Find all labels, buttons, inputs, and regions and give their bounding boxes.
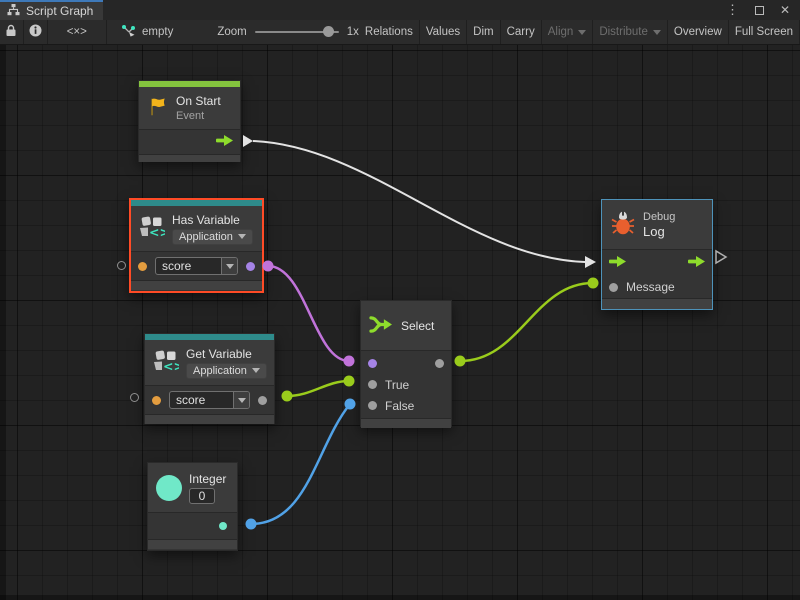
message-input-port[interactable] <box>609 283 618 292</box>
svg-text:<>: <> <box>163 359 179 374</box>
true-input-port[interactable] <box>368 380 377 389</box>
select-icon <box>369 314 394 338</box>
chevron-down-icon <box>238 234 246 239</box>
script-graph-window: Script Graph ⋮ ✕ <box>0 0 800 600</box>
node-debug-log[interactable]: Debug Log <box>601 199 713 310</box>
tab-title: Script Graph <box>26 4 93 18</box>
lock-icon <box>5 24 17 40</box>
selection-output-port[interactable] <box>435 359 444 368</box>
chevron-down-icon <box>653 30 661 35</box>
tab-script-graph[interactable]: Script Graph <box>0 0 103 20</box>
node-title: Get Variable <box>186 347 267 361</box>
overview-button[interactable]: Overview <box>668 20 729 44</box>
name-input-port[interactable] <box>138 262 147 271</box>
flow-output-port[interactable] <box>688 256 705 270</box>
node-select[interactable]: Select True False <box>360 300 452 427</box>
chevron-down-icon <box>252 368 260 373</box>
false-port-label: False <box>385 399 414 413</box>
canvas-bottom-edge <box>0 595 800 600</box>
zoom-slider[interactable] <box>255 31 339 33</box>
lock-button[interactable] <box>0 20 24 44</box>
name-input-port[interactable] <box>152 396 161 405</box>
chevron-down-icon <box>578 30 586 35</box>
info-button[interactable] <box>24 20 48 44</box>
carry-button[interactable]: Carry <box>501 20 542 44</box>
window-controls: ⋮ ✕ <box>726 0 800 20</box>
dim-button[interactable]: Dim <box>467 20 500 44</box>
flow-input-port[interactable] <box>609 256 626 270</box>
toolbar-right-group: Relations Values Dim Carry Align Distrib… <box>359 20 800 44</box>
node-title: Integer <box>189 472 226 486</box>
node-category: Debug <box>643 211 675 223</box>
chevron-down-icon <box>221 258 237 274</box>
zoom-label: Zoom <box>217 26 246 38</box>
graph-icon <box>7 4 20 19</box>
message-port-label: Message <box>626 280 675 294</box>
node-title: Select <box>401 319 434 333</box>
selection-status: empty <box>142 26 173 38</box>
node-has-variable[interactable]: <> Has Variable Application score <box>129 198 264 293</box>
graph-pointer-icon <box>121 24 136 41</box>
canvas-left-edge <box>0 45 6 600</box>
flag-icon <box>147 96 169 121</box>
info-icon <box>29 24 42 40</box>
distribute-dropdown[interactable]: Distribute <box>593 20 668 44</box>
embed-graph-button[interactable]: <×> <box>48 20 107 44</box>
selection-indicator: empty <box>121 20 173 44</box>
embed-icon: <×> <box>67 26 87 38</box>
chevron-down-icon <box>233 392 249 408</box>
window-menu-icon[interactable]: ⋮ <box>726 2 739 18</box>
flow-output-port[interactable] <box>216 135 233 149</box>
variables-icon: <> <box>139 215 165 242</box>
variable-name-select[interactable]: score <box>169 391 250 409</box>
false-input-port[interactable] <box>368 401 377 410</box>
titlebar: Script Graph ⋮ ✕ <box>0 0 800 20</box>
values-button[interactable]: Values <box>420 20 467 44</box>
value-output-port[interactable] <box>258 396 267 405</box>
true-port-label: True <box>385 378 409 392</box>
condition-input-port[interactable] <box>368 359 377 368</box>
variable-name-select[interactable]: score <box>155 257 238 275</box>
integer-icon <box>156 475 182 501</box>
graph-toolbar: <×> empty Zoom 1x Relations Values <box>0 20 800 45</box>
maximize-icon[interactable] <box>755 6 764 15</box>
unconnected-input-marker[interactable] <box>117 261 126 270</box>
integer-value-input[interactable]: 0 <box>189 488 215 504</box>
variable-scope-dropdown[interactable]: Application <box>172 229 253 245</box>
zoom-control: Zoom 1x <box>217 20 359 44</box>
node-title: On Start <box>176 94 221 108</box>
svg-text:<>: <> <box>149 225 165 240</box>
align-dropdown[interactable]: Align <box>542 20 594 44</box>
node-subtitle: Event <box>176 110 221 122</box>
node-get-variable[interactable]: <> Get Variable Application score <box>144 333 275 424</box>
bug-icon <box>610 210 636 239</box>
node-title: Has Variable <box>172 213 253 227</box>
variable-scope-dropdown[interactable]: Application <box>186 363 267 379</box>
close-icon[interactable]: ✕ <box>780 3 790 17</box>
node-integer[interactable]: Integer 0 <box>147 462 238 551</box>
value-output-port[interactable] <box>219 522 227 530</box>
node-title: Log <box>643 225 675 239</box>
zoom-value: 1x <box>347 26 359 38</box>
variables-icon: <> <box>153 349 179 376</box>
unconnected-input-marker[interactable] <box>130 393 139 402</box>
result-output-port[interactable] <box>246 262 255 271</box>
node-on-start[interactable]: On Start Event <box>138 80 241 162</box>
full-screen-button[interactable]: Full Screen <box>729 20 800 44</box>
relations-button[interactable]: Relations <box>359 20 420 44</box>
zoom-slider-handle[interactable] <box>323 26 334 37</box>
